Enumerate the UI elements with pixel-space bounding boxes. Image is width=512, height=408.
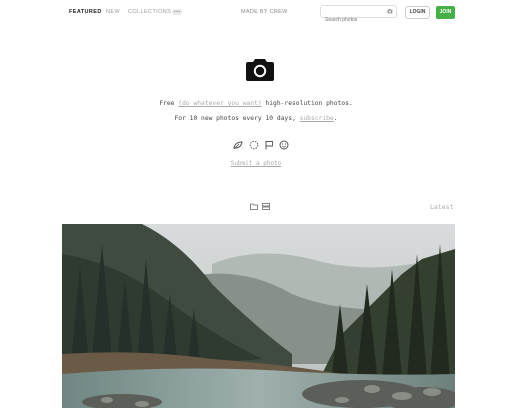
more-badge[interactable]: ••• (172, 9, 182, 15)
forest-river-image (62, 224, 455, 408)
nav-featured[interactable]: FEATURED (69, 9, 102, 15)
search-input[interactable] (321, 14, 383, 26)
search-box (320, 5, 397, 26)
folder-icon[interactable] (250, 203, 258, 210)
nav-collections[interactable]: COLLECTIONS (128, 9, 171, 15)
loading-circle-icon[interactable] (249, 135, 259, 150)
submit-photo-link[interactable]: Submit a photo (0, 160, 512, 167)
made-by-crew-link[interactable]: MADE BY CREW (241, 9, 288, 15)
join-button[interactable]: JOIN (436, 6, 455, 19)
license-link[interactable]: (do whatever you want) (178, 100, 261, 107)
subscribe-text: For 10 new photos every 10 days, (174, 115, 300, 122)
sort-latest-link[interactable]: Latest (430, 203, 453, 211)
subscribe-link[interactable]: subscribe (300, 115, 334, 122)
nav-new[interactable]: NEW (106, 9, 120, 15)
leaf-icon[interactable] (233, 135, 243, 150)
subscribe-line: For 10 new photos every 10 days, subscri… (0, 115, 512, 122)
featured-photo[interactable] (62, 224, 455, 408)
tagline-text-start: Free (159, 100, 179, 107)
camera-search-icon[interactable] (387, 8, 393, 14)
flag-icon[interactable] (264, 135, 274, 150)
login-button[interactable]: LOGIN (405, 6, 430, 19)
grid-icon[interactable] (262, 203, 270, 210)
subscribe-period: . (333, 115, 338, 122)
camera-logo-icon (246, 59, 274, 81)
social-icons (233, 135, 293, 150)
smiley-icon[interactable] (279, 135, 289, 150)
tagline-text-end: high-resolution photos. (261, 100, 353, 107)
tagline: Free (do whatever you want) high-resolut… (0, 100, 512, 107)
top-navigation: FEATURED NEW COLLECTIONS ••• MADE BY CRE… (0, 0, 512, 26)
